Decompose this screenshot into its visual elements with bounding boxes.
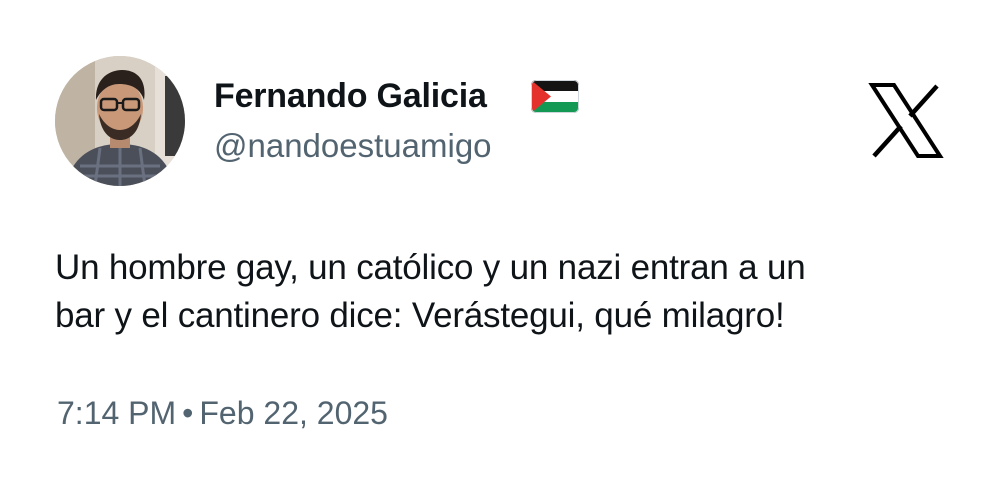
tweet-card: Fernando Galicia @nandoestuamigo Un homb…: [0, 0, 1000, 487]
avatar[interactable]: [55, 56, 185, 186]
separator-dot: •: [182, 395, 194, 431]
tweet-time: 7:14 PM: [57, 395, 177, 431]
tweet-text-line: bar y el cantinero dice: Verástegui, qué…: [55, 296, 785, 335]
profile-photo-icon: [55, 56, 185, 186]
palestine-flag-icon: [531, 80, 579, 113]
tweet-text-line: Un hombre gay, un católico y un nazi ent…: [55, 248, 806, 287]
tweet-text: Un hombre gay, un católico y un nazi ent…: [55, 244, 960, 340]
user-handle[interactable]: @nandoestuamigo: [214, 126, 492, 166]
display-name[interactable]: Fernando Galicia: [214, 76, 487, 116]
tweet-date: Feb 22, 2025: [199, 395, 388, 431]
tweet-timestamp[interactable]: 7:14 PM • Feb 22, 2025: [57, 393, 388, 433]
x-logo-icon[interactable]: [868, 83, 944, 158]
